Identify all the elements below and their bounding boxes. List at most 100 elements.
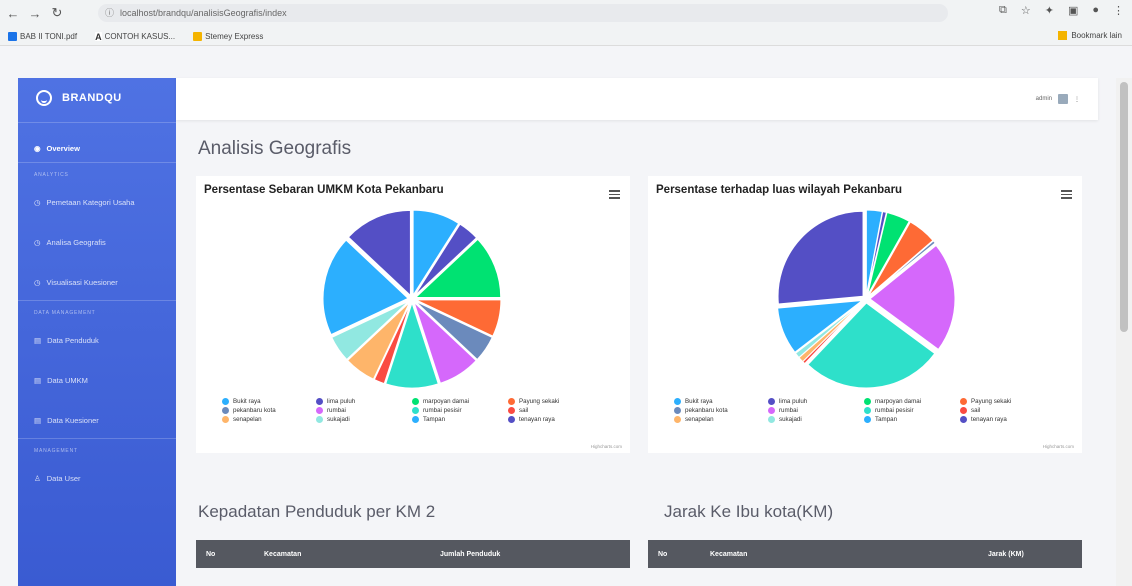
bookmarks-bar: BAB II TONI.pdf A CONTOH KASUS... Stemey… [0,26,1132,46]
legend-dot-icon [316,416,323,423]
bookmark-item[interactable]: Stemey Express [193,31,263,41]
legend-item[interactable]: sail [508,407,602,414]
sidebar-item-data-umkm[interactable]: ▤ Data UMKM [18,370,176,390]
column-header: No [658,550,668,558]
address-bar[interactable]: ⓘ localhost/brandqu/analisisGeografis/in… [98,4,948,22]
chart-legend: Bukit raya lima puluh marpoyan damai Payung… [674,398,1054,423]
sidebar-item-pemetaan[interactable]: ◷ Pemetaan Kategori Usaha [18,192,176,212]
legend-dot-icon [960,398,967,405]
folder-icon [1058,31,1068,40]
legend-dot-icon [316,398,323,405]
bookmark-item[interactable]: A CONTOH KASUS... [95,31,175,42]
sidebar-heading: MANAGEMENT [34,448,78,454]
legend-item[interactable]: rumbai [316,407,412,414]
cast-icon[interactable]: ⧉ [999,4,1007,17]
sidebar-item-overview[interactable]: ◉ Overview [18,138,176,158]
legend-label: marpoyan damai [875,398,922,405]
sidebar-item-analisa-geografis[interactable]: ◷ Analisa Geografis [18,232,176,252]
legend-label: tenayan raya [519,416,555,423]
legend-item[interactable]: tenayan raya [960,416,1054,423]
browser-menu-icon[interactable]: ⋮ [1113,4,1124,17]
legend-item[interactable]: tenayan raya [508,416,602,423]
legend-dot-icon [412,398,419,405]
legend-item[interactable]: Tampan [864,416,960,423]
legend-item[interactable]: Payung sekaki [508,398,602,405]
table-header-jarak: No Kecamatan Jarak (KM) [648,540,1082,568]
legend-item[interactable]: rumbai [768,407,864,414]
column-header: Kecamatan [264,550,302,558]
legend-item[interactable]: marpoyan damai [412,398,508,405]
chart-card-umkm: Persentase Sebaran UMKM Kota Pekanbaru B… [196,176,630,453]
page-scrollbar[interactable] [1116,78,1132,586]
sidebar-panel-icon[interactable]: ▣ [1068,4,1078,17]
bookmark-item[interactable]: BAB II TONI.pdf [8,31,77,41]
legend-item[interactable]: rumbai pesisir [412,407,508,414]
profile-icon[interactable]: ● [1092,4,1099,17]
scrollbar-thumb[interactable] [1120,82,1128,332]
legend-label: lima puluh [327,398,356,405]
sidebar-divider [18,122,176,123]
legend-item[interactable]: pekanbaru kota [674,407,768,414]
sidebar-item-data-penduduk[interactable]: ▤ Data Penduduk [18,330,176,350]
legend-dot-icon [768,398,775,405]
brand-name: BRANDQU [62,92,122,104]
chart-icon: ◷ [34,237,41,247]
extensions-icon[interactable]: ✦ [1045,4,1054,17]
legend-item[interactable]: Bukit raya [222,398,316,405]
pdf-icon [8,31,17,41]
brand[interactable]: BRANDQU [18,78,176,118]
chart-credit[interactable]: Highcharts.com [591,444,622,449]
browser-chrome: ← → ↻ ⓘ localhost/brandqu/analisisGeogra… [0,0,1132,46]
forward-icon[interactable]: → [26,6,44,21]
sidebar-item-visualisasi[interactable]: ◷ Visualisasi Kuesioner [18,272,176,292]
legend-label: sail [971,407,981,414]
url-text: localhost/brandqu/analisisGeografis/inde… [120,8,287,18]
legend-item[interactable]: pekanbaru kota [222,407,316,414]
legend-item[interactable]: lima puluh [768,398,864,405]
legend-dot-icon [222,398,229,405]
section-title-jarak: Jarak Ke Ibu kota(KM) [664,502,834,521]
legend-item[interactable]: Tampan [412,416,508,423]
legend-item[interactable]: senapelan [222,416,316,423]
table-header-kepadatan: No Kecamatan Jumlah Penduduk [196,540,630,568]
legend-item[interactable]: Payung sekaki [960,398,1054,405]
chart-credit[interactable]: Highcharts.com [1043,444,1074,449]
legend-item[interactable]: sail [960,407,1054,414]
legend-dot-icon [222,416,229,423]
topbar: admin ⋮ [176,78,1098,120]
column-header: Jarak (KM) [988,550,1024,558]
sidebar: BRANDQU ◉ Overview ANALYTICS ◷ Pemetaan … [18,78,176,586]
legend-item[interactable]: lima puluh [316,398,412,405]
other-bookmarks[interactable]: Bookmark lain [1058,31,1122,40]
sidebar-item-data-user[interactable]: ♙ Data User [18,468,176,488]
legend-label: Tampan [423,416,446,423]
legend-label: rumbai pesisir [423,407,462,414]
legend-item[interactable]: sukajadi [316,416,412,423]
legend-item[interactable]: Bukit raya [674,398,768,405]
table-icon: ▤ [34,335,42,345]
back-icon[interactable]: ← [4,6,22,21]
table-icon: ▤ [34,415,42,425]
legend-label: rumbai [327,407,346,414]
legend-item[interactable]: sukajadi [768,416,864,423]
column-header: Jumlah Penduduk [440,550,501,558]
star-icon[interactable]: ☆ [1021,4,1031,17]
sidebar-divider [18,162,176,163]
legend-item[interactable]: marpoyan damai [864,398,960,405]
chart-legend: Bukit raya lima puluh marpoyan damai Payung… [222,398,602,423]
legend-item[interactable]: senapelan [674,416,768,423]
legend-label: marpoyan damai [423,398,470,405]
site-info-icon[interactable]: ⓘ [105,4,114,22]
legend-dot-icon [412,407,419,414]
pie-slice-tenayan-raya[interactable] [777,210,864,305]
reload-icon[interactable]: ↻ [48,5,66,21]
legend-label: Payung sekaki [971,398,1012,405]
avatar [1058,94,1068,104]
user-menu[interactable]: admin ⋮ [1036,94,1080,104]
legend-dot-icon [508,407,515,414]
sidebar-item-data-kuesioner[interactable]: ▤ Data Kuesioner [18,410,176,430]
table-icon: ▤ [34,375,42,385]
legend-item[interactable]: rumbai pesisir [864,407,960,414]
font-a-icon: A [95,31,102,42]
legend-dot-icon [960,416,967,423]
